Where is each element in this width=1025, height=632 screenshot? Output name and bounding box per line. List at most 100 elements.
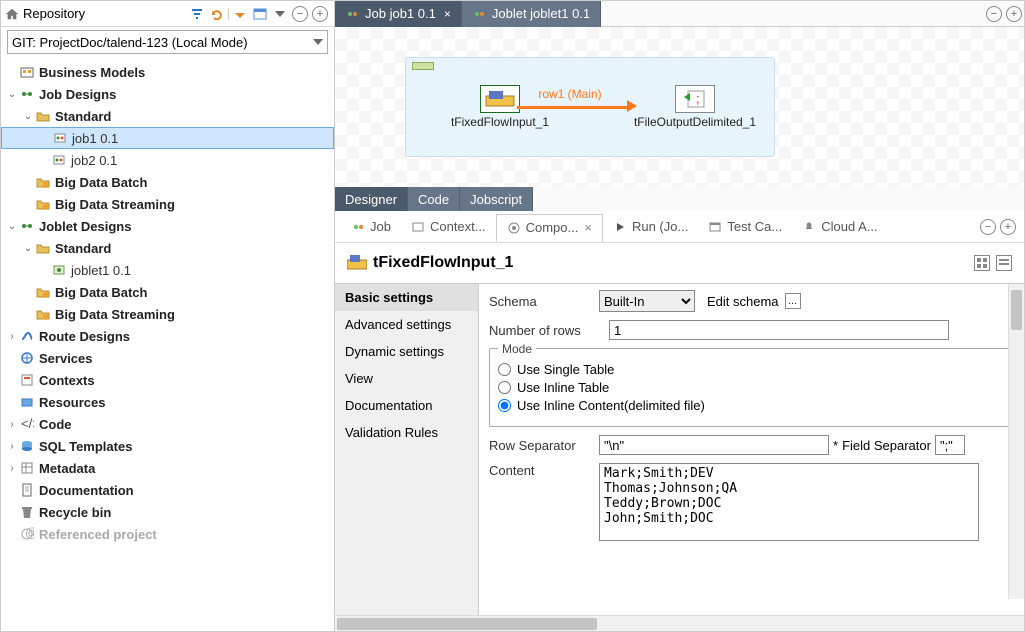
tree-toggle-icon[interactable]: › bbox=[5, 463, 19, 474]
form-vscroll[interactable] bbox=[1008, 284, 1024, 599]
branch-selector[interactable]: GIT: ProjectDoc/talend-123 (Local Mode) bbox=[1, 27, 334, 57]
views-minimize-icon[interactable]: − bbox=[980, 219, 996, 235]
minimize-icon[interactable]: − bbox=[292, 6, 308, 22]
home-icon[interactable] bbox=[5, 7, 19, 21]
tree-item[interactable]: job1 0.1 bbox=[1, 127, 334, 149]
tree-item[interactable]: Big Data Streaming bbox=[1, 193, 334, 215]
subjob-handle-icon[interactable] bbox=[412, 62, 434, 70]
schema-select[interactable]: Built-In bbox=[599, 290, 695, 312]
form-hscroll[interactable] bbox=[335, 615, 1024, 631]
mode-option[interactable]: Use Single Table bbox=[498, 362, 1005, 377]
tree-item[interactable]: Business Models bbox=[1, 61, 334, 83]
tree-toggle-icon[interactable]: › bbox=[5, 419, 19, 430]
mode-radio[interactable] bbox=[498, 381, 511, 394]
views-maximize-icon[interactable]: + bbox=[1000, 219, 1016, 235]
side-tab[interactable]: View bbox=[335, 365, 478, 392]
side-tab[interactable]: Dynamic settings bbox=[335, 338, 478, 365]
view-tab[interactable]: Run (Jo... bbox=[603, 213, 698, 241]
refresh-icon[interactable] bbox=[209, 6, 225, 22]
tree-item[interactable]: Documentation bbox=[1, 479, 334, 501]
tree-toggle-icon[interactable]: ⌄ bbox=[5, 89, 19, 100]
close-icon[interactable]: × bbox=[584, 220, 592, 235]
tree-toggle-icon[interactable]: ⌄ bbox=[21, 243, 35, 254]
view-tab[interactable]: Context... bbox=[401, 213, 496, 241]
node-tfileoutputdelimited[interactable]: ; tFileOutputDelimited_1 bbox=[615, 85, 775, 129]
collapse-icon[interactable] bbox=[232, 6, 248, 22]
editor-tab[interactable]: Joblet joblet1 0.1 bbox=[462, 1, 601, 27]
tree-item[interactable]: @Referenced project bbox=[1, 523, 334, 545]
node1-label: tFixedFlowInput_1 bbox=[435, 115, 565, 129]
tree-item[interactable]: Big Data Batch bbox=[1, 171, 334, 193]
side-tab[interactable]: Validation Rules bbox=[335, 419, 478, 446]
tree-toggle-icon[interactable]: ⌄ bbox=[21, 111, 35, 122]
view-tab[interactable]: Test Ca... bbox=[698, 213, 792, 241]
fieldsep-input[interactable] bbox=[935, 435, 965, 455]
grid-view-icon[interactable] bbox=[974, 255, 990, 271]
component-view: tFixedFlowInput_1 Basic settingsAdvanced… bbox=[335, 243, 1024, 631]
tree-item[interactable]: Contexts bbox=[1, 369, 334, 391]
design-canvas[interactable]: tFixedFlowInput_1 row1 (Main) ; tFileOut… bbox=[335, 27, 1024, 187]
tree-item[interactable]: ›</>Code bbox=[1, 413, 334, 435]
tree-icon bbox=[35, 241, 51, 255]
tree-item[interactable]: ⌄Standard bbox=[1, 237, 334, 259]
filter-icon[interactable] bbox=[189, 6, 205, 22]
close-icon[interactable]: × bbox=[444, 7, 451, 21]
tree-item[interactable]: Resources bbox=[1, 391, 334, 413]
list-view-icon[interactable] bbox=[996, 255, 1012, 271]
tree-icon bbox=[35, 109, 51, 123]
tree-item[interactable]: ⌄Joblet Designs bbox=[1, 215, 334, 237]
tree-item[interactable]: ⌄Job Designs bbox=[1, 83, 334, 105]
table-icon[interactable] bbox=[252, 6, 268, 22]
maximize-icon[interactable]: + bbox=[312, 6, 328, 22]
side-tab[interactable]: Advanced settings bbox=[335, 311, 478, 338]
dropdown-icon[interactable] bbox=[272, 6, 288, 22]
rows-input[interactable] bbox=[609, 320, 949, 340]
side-tab[interactable]: Documentation bbox=[335, 392, 478, 419]
tree-toggle-icon[interactable]: ⌄ bbox=[5, 221, 19, 232]
designer-tab[interactable]: Code bbox=[408, 187, 460, 211]
tree-label: Big Data Streaming bbox=[55, 197, 175, 212]
editor-tab[interactable]: Job job1 0.1× bbox=[335, 1, 462, 27]
view-tab[interactable]: Job bbox=[341, 213, 401, 241]
flow-connector[interactable] bbox=[517, 106, 629, 109]
tree-item[interactable]: ›Route Designs bbox=[1, 325, 334, 347]
view-tab[interactable]: Cloud A... bbox=[792, 213, 887, 241]
tree-item[interactable]: Services bbox=[1, 347, 334, 369]
mode-option[interactable]: Use Inline Table bbox=[498, 380, 1005, 395]
mode-radio[interactable] bbox=[498, 399, 511, 412]
editor-minimize-icon[interactable]: − bbox=[986, 6, 1002, 22]
repository-header: Repository | − + bbox=[1, 1, 334, 27]
tree-toggle-icon[interactable]: › bbox=[5, 331, 19, 342]
designer-tab[interactable]: Jobscript bbox=[460, 187, 533, 211]
mode-radio[interactable] bbox=[498, 363, 511, 376]
edit-schema-button[interactable]: … bbox=[785, 293, 801, 309]
content-textarea[interactable] bbox=[599, 463, 979, 541]
tree-item[interactable]: Recycle bin bbox=[1, 501, 334, 523]
tree-toggle-icon[interactable]: › bbox=[5, 441, 19, 452]
tree-label: SQL Templates bbox=[39, 439, 132, 454]
tree-label: Big Data Batch bbox=[55, 285, 147, 300]
mode-option-label: Use Inline Content(delimited file) bbox=[517, 398, 705, 413]
tree-item[interactable]: ⌄Standard bbox=[1, 105, 334, 127]
tree-item[interactable]: job2 0.1 bbox=[1, 149, 334, 171]
repository-tree[interactable]: Business Models⌄Job Designs⌄Standardjob1… bbox=[1, 57, 334, 631]
tree-item[interactable]: Big Data Streaming bbox=[1, 303, 334, 325]
rowsep-input[interactable] bbox=[599, 435, 829, 455]
tree-label: Recycle bin bbox=[39, 505, 111, 520]
view-tab-label: Run (Jo... bbox=[632, 219, 688, 234]
tree-label: Resources bbox=[39, 395, 105, 410]
svg-text:;: ; bbox=[696, 91, 700, 106]
side-tab[interactable]: Basic settings bbox=[335, 284, 478, 311]
editor-maximize-icon[interactable]: + bbox=[1006, 6, 1022, 22]
designer-tab[interactable]: Designer bbox=[335, 187, 408, 211]
view-tab[interactable]: Compo...× bbox=[496, 214, 603, 242]
tree-item[interactable]: Big Data Batch bbox=[1, 281, 334, 303]
tree-item[interactable]: joblet1 0.1 bbox=[1, 259, 334, 281]
tree-item[interactable]: ›Metadata bbox=[1, 457, 334, 479]
tree-item[interactable]: › SQL Templates bbox=[1, 435, 334, 457]
tree-icon bbox=[19, 65, 35, 79]
tree-label: Referenced project bbox=[39, 527, 157, 542]
mode-legend: Mode bbox=[498, 342, 536, 356]
edit-schema-label: Edit schema bbox=[707, 294, 779, 309]
mode-option[interactable]: Use Inline Content(delimited file) bbox=[498, 398, 1005, 413]
